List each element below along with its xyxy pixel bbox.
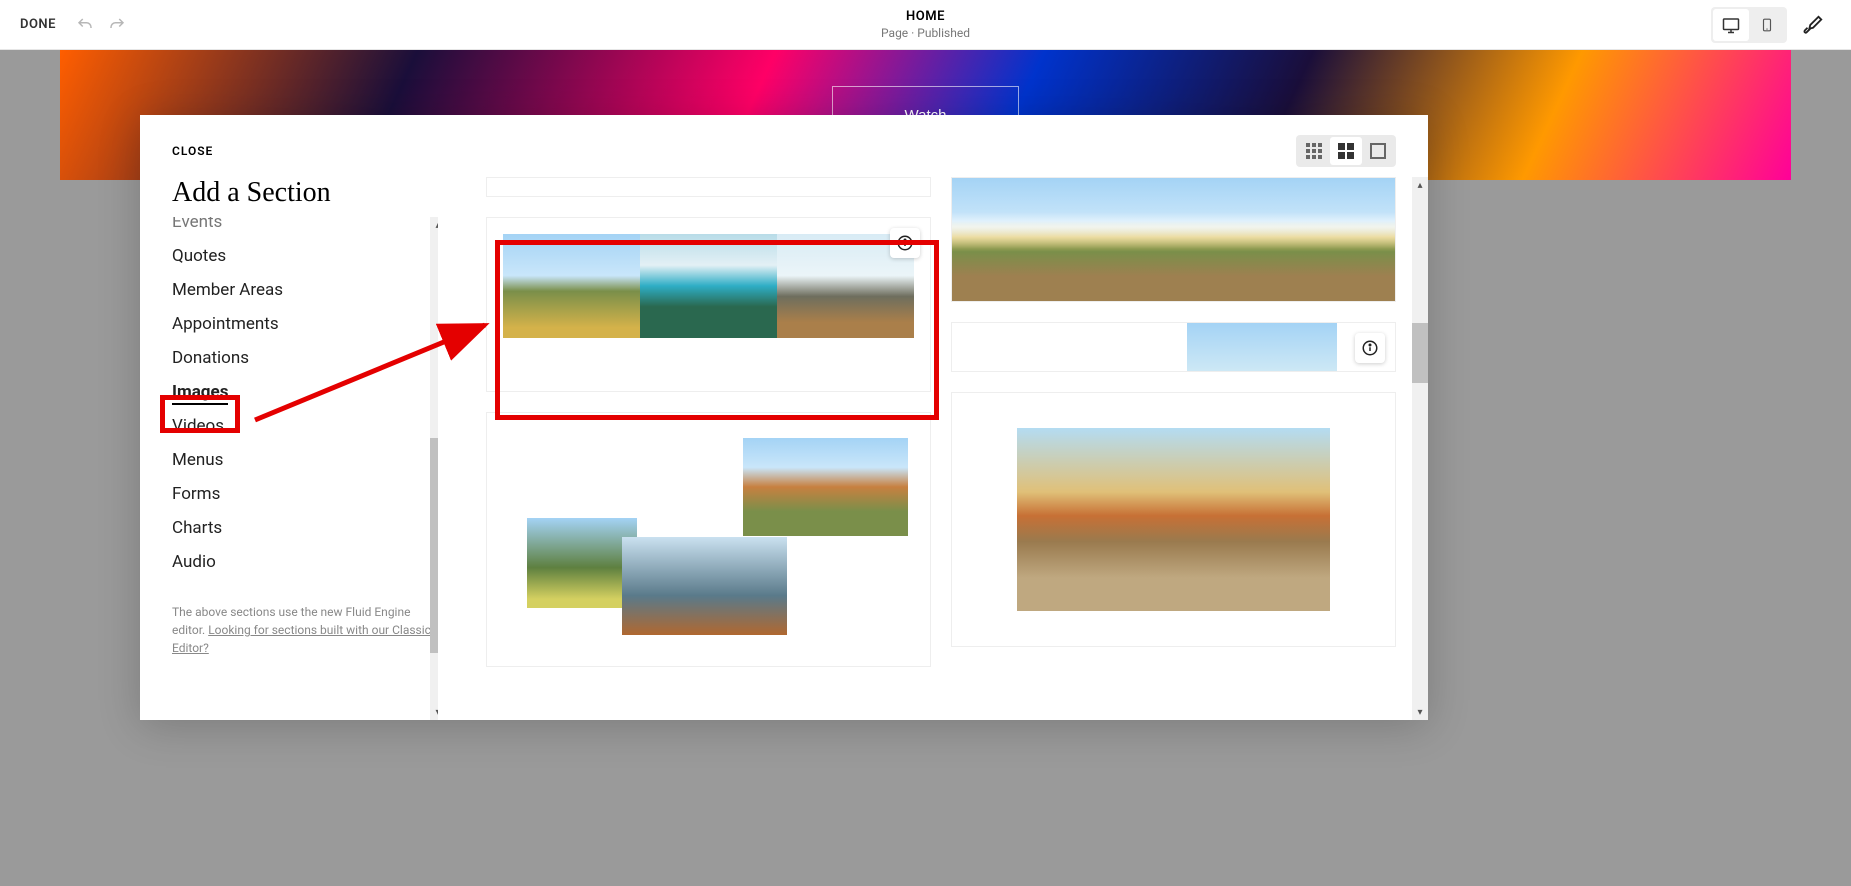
classic-editor-link[interactable]: Looking for sections built with our Clas… [172, 623, 431, 655]
page-subtitle: Page · Published [881, 26, 970, 40]
info-icon [1361, 339, 1379, 357]
desktop-view-button[interactable] [1713, 9, 1749, 41]
close-button[interactable]: CLOSE [172, 144, 213, 158]
scroll-arrow-down-icon[interactable]: ▾ [1412, 704, 1428, 720]
grid-small-icon [1306, 143, 1322, 159]
sidebar-scrollbar[interactable]: ▴ ▾ [430, 217, 438, 720]
section-layout-collage[interactable] [486, 412, 931, 667]
section-layout-partial-top-left[interactable] [486, 177, 931, 197]
section-layout-text-image[interactable] [951, 322, 1396, 372]
mobile-view-button[interactable] [1749, 9, 1785, 41]
gallery-scrollbar[interactable]: ▴ ▾ [1412, 177, 1428, 720]
add-section-modal: CLOSE Add a Section Events Quotes Member… [140, 115, 1428, 720]
category-charts[interactable]: Charts [172, 511, 438, 545]
modal-sidebar: Add a Section Events Quotes Member Areas… [140, 177, 470, 720]
layout-thumb-image [503, 234, 640, 338]
scroll-arrow-up-icon[interactable]: ▴ [430, 217, 438, 233]
category-list[interactable]: Events Quotes Member Areas Appointments … [172, 217, 438, 720]
desktop-icon [1722, 16, 1740, 34]
scroll-arrow-up-icon[interactable]: ▴ [1412, 177, 1428, 193]
category-appointments[interactable]: Appointments [172, 307, 438, 341]
top-left-controls: DONE [20, 16, 126, 34]
layout-thumb-image [952, 178, 1395, 301]
category-member-areas[interactable]: Member Areas [172, 273, 438, 307]
redo-icon[interactable] [108, 16, 126, 34]
layout-thumb-image [622, 537, 787, 635]
category-audio[interactable]: Audio [172, 545, 438, 579]
undo-icon[interactable] [76, 16, 94, 34]
layout-thumb-image [743, 438, 908, 536]
layout-view-switcher [1296, 135, 1396, 167]
section-layout-image-strip[interactable] [486, 217, 931, 392]
category-forms[interactable]: Forms [172, 477, 438, 511]
section-layout-gallery: ▴ ▾ [470, 177, 1428, 720]
paintbrush-icon [1802, 14, 1824, 36]
history-buttons [76, 16, 126, 34]
info-button[interactable] [1355, 333, 1385, 363]
category-quotes[interactable]: Quotes [172, 239, 438, 273]
page-title-group: HOME Page · Published [881, 9, 970, 40]
category-menus[interactable]: Menus [172, 443, 438, 477]
page-title: HOME [881, 9, 970, 24]
category-events[interactable]: Events [172, 217, 438, 239]
grid-large-icon [1338, 143, 1354, 159]
editor-top-bar: DONE HOME Page · Published [0, 0, 1851, 50]
layout-thumb-image [1187, 323, 1337, 371]
layout-thumb-image [1017, 428, 1330, 611]
layout-thumb-image [527, 518, 637, 608]
device-switcher [1711, 7, 1787, 43]
square-icon [1370, 143, 1386, 159]
category-images[interactable]: Images [172, 375, 228, 409]
layout-thumb-image [640, 234, 777, 338]
sidebar-scroll-track[interactable] [430, 233, 438, 704]
styles-button[interactable] [1795, 7, 1831, 43]
modal-title: Add a Section [172, 177, 438, 209]
grid-large-view-button[interactable] [1330, 137, 1362, 165]
section-layout-full-banner[interactable] [951, 177, 1396, 302]
single-view-button[interactable] [1362, 137, 1394, 165]
info-button[interactable] [890, 228, 920, 258]
category-donations[interactable]: Donations [172, 341, 438, 375]
section-layout-single-image[interactable] [951, 392, 1396, 647]
scroll-arrow-down-icon[interactable]: ▾ [430, 704, 438, 720]
grid-small-view-button[interactable] [1298, 137, 1330, 165]
sidebar-scroll-thumb[interactable] [430, 438, 438, 653]
top-right-controls [1711, 7, 1831, 43]
category-videos[interactable]: Videos [172, 409, 438, 443]
gallery-scroll-track[interactable] [1412, 193, 1428, 704]
gallery-scroll-thumb[interactable] [1412, 323, 1428, 383]
sidebar-footer-note: The above sections use the new Fluid Eng… [172, 603, 432, 657]
done-button[interactable]: DONE [20, 17, 56, 32]
info-icon [896, 234, 914, 252]
mobile-icon [1760, 16, 1774, 34]
